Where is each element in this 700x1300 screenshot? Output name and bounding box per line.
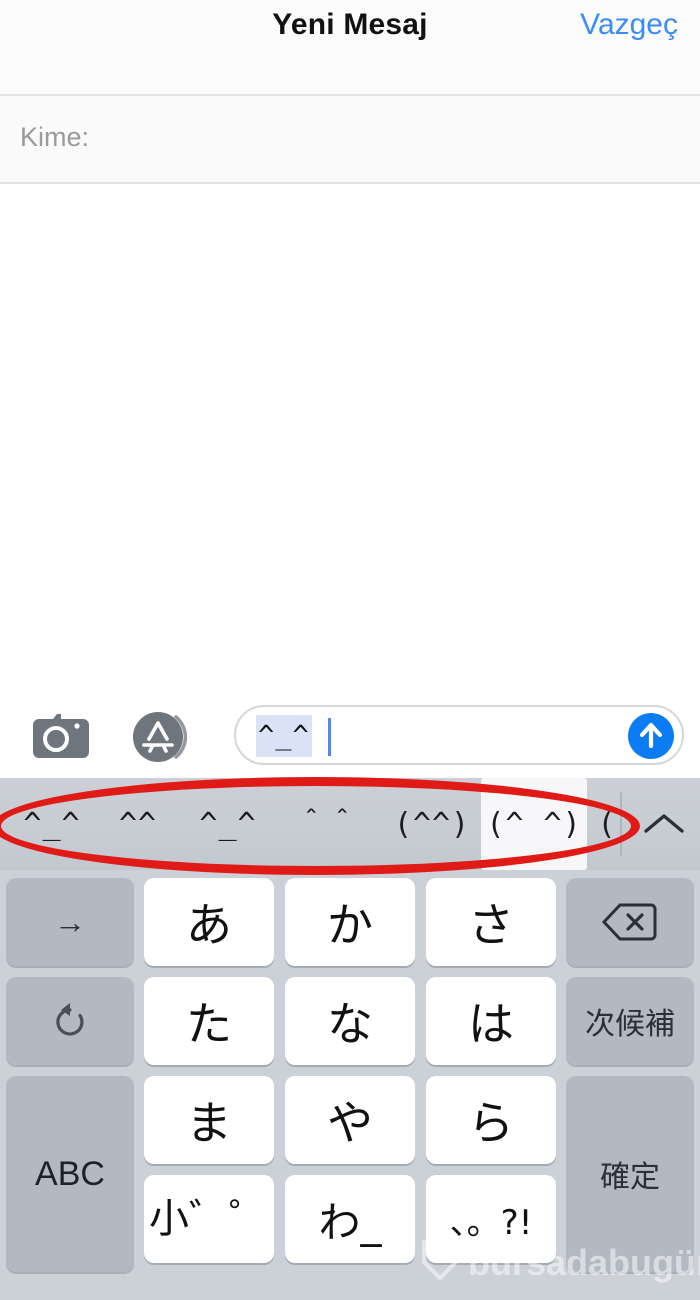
suggestion-item-0[interactable]: ^_^ [6,778,98,870]
compose-bar: ^_^ [0,695,700,778]
japanese-kana-keyboard: → あ か さ た な は 次候補 ABC ま や ら 確定 小゛゜ わ_ 、。… [0,870,700,1300]
suggestion-item-5[interactable]: (^ ^) [481,778,587,870]
key-arrow-right[interactable]: → [6,878,134,966]
chevron-up-icon[interactable] [636,778,692,870]
app-store-icon[interactable] [130,708,188,766]
key-punctuation[interactable]: 、。?! [426,1175,556,1263]
key-ta[interactable]: た [144,977,274,1065]
navigation-bar: Yeni Mesaj Vazgeç [0,0,700,96]
predictive-suggestion-bar: ^_^ ^^ ^_^ ＾＾ (^^) (^ ^) ( [0,778,700,870]
key-confirm[interactable]: 確定 [566,1076,694,1272]
message-thread-area [0,184,700,695]
recipient-label: Kime: [20,122,90,152]
suggestion-item-1[interactable]: ^^ [98,778,178,870]
suggestion-divider [620,792,622,856]
send-button[interactable] [628,713,674,759]
cancel-button[interactable]: Vazgeç [580,8,678,42]
recipient-field-row[interactable]: Kime: [0,96,700,184]
key-ya[interactable]: や [285,1076,415,1164]
key-undo[interactable] [6,977,134,1065]
suggestion-item-4[interactable]: (^^) [384,778,480,870]
key-next-candidate[interactable]: 次候補 [566,977,694,1065]
key-a[interactable]: あ [144,878,274,966]
camera-icon[interactable] [27,713,89,760]
suggestion-item-3[interactable]: ＾＾ [282,778,372,870]
key-sa[interactable]: さ [426,878,556,966]
key-ha[interactable]: は [426,977,556,1065]
key-na[interactable]: な [285,977,415,1065]
key-delete[interactable] [566,878,694,966]
delete-icon [601,903,657,941]
key-ka[interactable]: か [285,878,415,966]
key-small-dakuten[interactable]: 小゛゜ [144,1175,274,1263]
message-input-field[interactable]: ^_^ [234,705,684,765]
undo-icon [56,1003,84,1036]
message-input-value: ^_^ [256,715,312,757]
key-ma[interactable]: ま [144,1076,274,1164]
suggestion-item-6[interactable]: ( [590,778,624,870]
text-caret [328,718,331,756]
key-ra[interactable]: ら [426,1076,556,1164]
suggestion-item-2[interactable]: ^_^ [178,778,278,870]
key-abc[interactable]: ABC [6,1076,134,1272]
key-wa[interactable]: わ_ [285,1175,415,1263]
